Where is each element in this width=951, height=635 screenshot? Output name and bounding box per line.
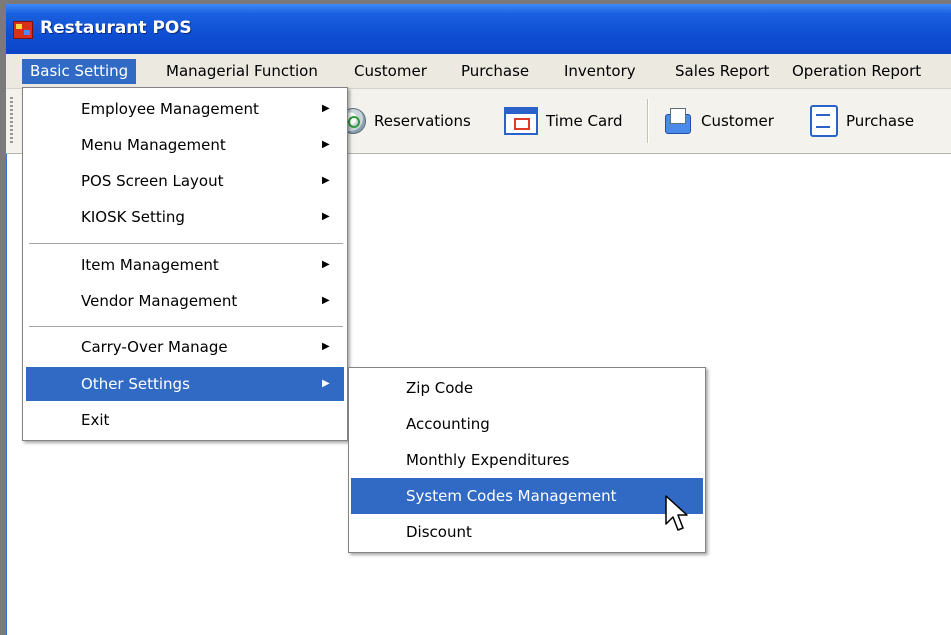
menu-item-vendor-management[interactable]: Vendor Management ▶ [26,284,344,318]
customer-label: Customer [701,112,774,130]
submenu-item-zip-code[interactable]: Zip Code [351,370,703,406]
basic-setting-dropdown: Employee Management ▶ Menu Management ▶ … [22,87,348,441]
purchase-label: Purchase [846,112,915,130]
submenu-arrow-icon: ▶ [322,175,330,186]
reservations-button[interactable]: Reservations [340,105,471,137]
title-bar[interactable]: Restaurant POS [6,4,951,54]
menu-separator [29,243,343,244]
menu-item-kiosk-setting[interactable]: KIOSK Setting ▶ [26,200,344,234]
submenu-item-system-codes-management[interactable]: System Codes Management [351,478,703,514]
app-logo-icon [13,21,33,39]
time-card-button[interactable]: Time Card [504,105,623,137]
purchase-button[interactable]: Purchase [810,105,914,137]
customer-icon [663,108,693,134]
submenu-item-monthly-expenditures[interactable]: Monthly Expenditures [351,442,703,478]
submenu-item-label: Accounting [406,415,490,433]
submenu-arrow-icon: ▶ [322,103,330,114]
other-settings-submenu: Zip Code Accounting Monthly Expenditures… [348,367,706,553]
submenu-arrow-icon: ▶ [322,259,330,270]
toolbar-grip[interactable] [10,97,13,143]
menu-customer[interactable]: Customer [346,59,435,84]
reservations-label: Reservations [374,112,471,130]
menu-item-item-management[interactable]: Item Management ▶ [26,248,344,282]
menu-inventory[interactable]: Inventory [556,59,644,84]
menu-item-employee-management[interactable]: Employee Management ▶ [26,92,344,126]
submenu-item-label: Zip Code [406,379,474,397]
toolbar-separator [647,99,649,143]
menu-bar: Basic Setting Managerial Function Custom… [6,54,951,89]
menu-operation-report[interactable]: Operation Report [784,59,929,84]
submenu-arrow-icon: ▶ [322,139,330,150]
menu-basic-setting[interactable]: Basic Setting [22,59,137,84]
document-icon [810,105,838,137]
submenu-arrow-icon: ▶ [322,295,330,306]
submenu-arrow-icon: ▶ [322,378,330,389]
customer-button[interactable]: Customer [663,105,774,137]
menu-item-label: Carry-Over Manage [81,338,228,356]
menu-item-label: Employee Management [81,100,259,118]
time-card-label: Time Card [546,112,623,130]
menu-item-label: KIOSK Setting [81,208,185,226]
menu-purchase[interactable]: Purchase [453,59,537,84]
mouse-pointer-icon [665,495,688,531]
menu-item-label: Exit [81,411,110,429]
submenu-item-accounting[interactable]: Accounting [351,406,703,442]
submenu-arrow-icon: ▶ [322,211,330,222]
menu-item-exit[interactable]: Exit [26,403,344,437]
menu-item-carry-over-manage[interactable]: Carry-Over Manage ▶ [26,330,344,364]
calendar-icon [504,107,538,135]
menu-item-pos-screen-layout[interactable]: POS Screen Layout ▶ [26,164,344,198]
menu-managerial-function[interactable]: Managerial Function [158,59,326,84]
submenu-arrow-icon: ▶ [322,341,330,352]
menu-item-other-settings[interactable]: Other Settings ▶ [26,367,344,401]
app-window: Restaurant POS Basic Setting Managerial … [6,4,951,635]
menu-separator [29,326,343,327]
menu-item-label: POS Screen Layout [81,172,224,190]
menu-item-label: Menu Management [81,136,226,154]
window-title: Restaurant POS [40,18,192,38]
menu-sales-report[interactable]: Sales Report [667,59,777,84]
submenu-item-label: Monthly Expenditures [406,451,570,469]
menu-item-label: Item Management [81,256,219,274]
menu-item-label: Vendor Management [81,292,238,310]
submenu-item-label: Discount [406,523,472,541]
menu-item-menu-management[interactable]: Menu Management ▶ [26,128,344,162]
submenu-item-label: System Codes Management [406,487,617,505]
menu-item-label: Other Settings [81,375,190,393]
submenu-item-discount[interactable]: Discount [351,514,703,550]
